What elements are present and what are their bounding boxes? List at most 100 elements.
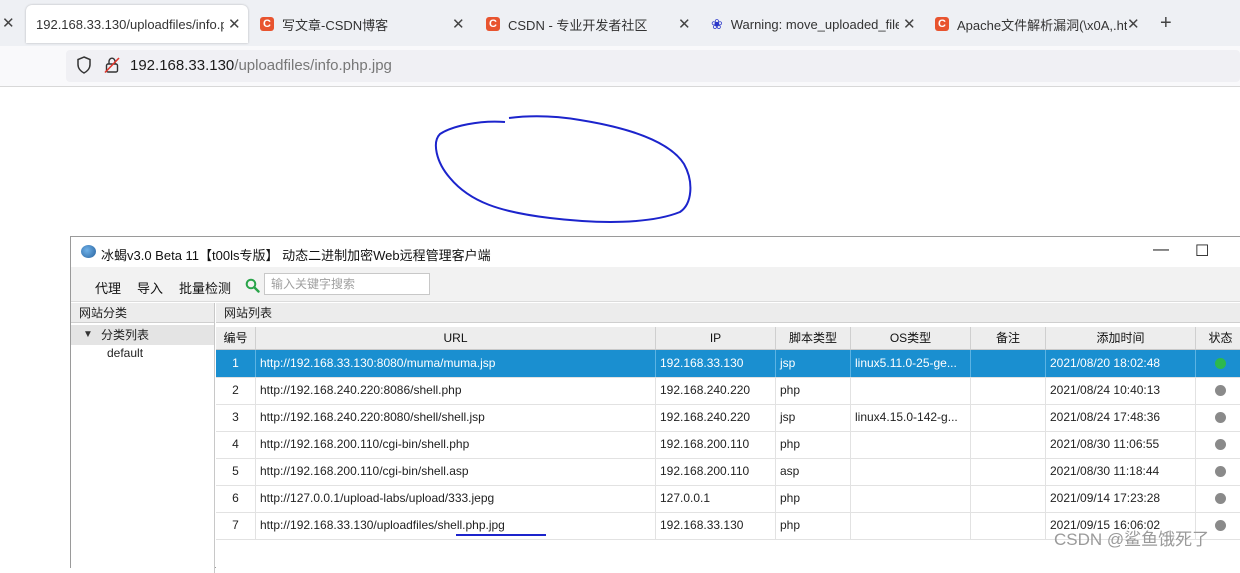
col-id-cell: 4 <box>216 431 256 458</box>
close-tab-icon[interactable]: ✕ <box>1127 15 1140 33</box>
col-status-cell <box>1196 431 1240 458</box>
menu-batch-check[interactable]: 批量检测 <box>179 278 231 297</box>
status-offline-icon <box>1215 466 1226 478</box>
category-panel-header: 网站分类 <box>71 303 214 323</box>
status-offline-icon <box>1215 439 1226 451</box>
close-tab-icon[interactable]: ✕ <box>452 15 465 33</box>
window-title: 冰蝎v3.0 Beta 11【t00ls专版】 动态二进制加密Web远程管理客户… <box>101 248 491 263</box>
csdn-icon: C <box>260 17 274 31</box>
col-url-header[interactable]: URL <box>256 327 656 349</box>
col-note-cell <box>971 512 1046 539</box>
col-ip-cell: 192.168.33.130 <box>656 512 776 539</box>
tree-item-default[interactable]: default <box>71 346 214 367</box>
col-url-cell: http://192.168.200.110/cgi-bin/shell.asp <box>256 458 656 485</box>
col-os-type-cell: linux4.15.0-142-g... <box>851 404 971 431</box>
col-ip-cell: 127.0.0.1 <box>656 485 776 512</box>
close-tab-icon[interactable]: ✕ <box>903 15 916 33</box>
col-note-cell <box>971 377 1046 404</box>
col-status-cell <box>1196 485 1240 512</box>
col-os-type-cell <box>851 458 971 485</box>
table-row[interactable]: 2 http://192.168.240.220:8086/shell.php 19… <box>216 377 1240 405</box>
col-added-time-cell: 2021/08/24 10:40:13 <box>1046 377 1196 404</box>
browser-tab-strip: ✕ 192.168.33.130/uploadfiles/info.p ✕ C … <box>0 0 1240 46</box>
status-offline-icon <box>1215 385 1226 397</box>
tree-category-label: 分类列表 <box>101 328 150 342</box>
col-id-cell: 6 <box>216 485 256 512</box>
table-header: 编号 URL IP 脚本类型 OS类型 备注 添加时间 状态 <box>216 327 1240 350</box>
tab-label: 写文章-CSDN博客 <box>282 17 389 33</box>
col-url-cell: http://192.168.240.220:8086/shell.php <box>256 377 656 404</box>
status-offline-icon <box>1215 520 1226 532</box>
status-online-icon <box>1215 358 1226 370</box>
csdn-watermark: CSDN @鲨鱼饿死了 <box>1054 530 1210 549</box>
maximize-button[interactable]: ☐ <box>1195 241 1209 261</box>
app-logo-icon <box>81 245 96 258</box>
table-row[interactable]: 1 http://192.168.33.130:8080/muma/muma.js… <box>216 350 1240 378</box>
close-tab-icon[interactable]: ✕ <box>2 14 15 32</box>
col-os-type-cell <box>851 377 971 404</box>
expand-triangle-icon[interactable]: ▼ <box>83 325 93 345</box>
col-script-type-cell: php <box>776 485 851 512</box>
col-note-cell <box>971 404 1046 431</box>
col-id-header[interactable]: 编号 <box>216 327 256 349</box>
tab-label: Warning: move_uploaded_file <box>730 16 899 32</box>
tab-apache[interactable]: C Apache文件解析漏洞(\x0A,.htac ✕ <box>935 5 1145 43</box>
col-os-type-cell <box>851 485 971 512</box>
col-script-type-header[interactable]: 脚本类型 <box>776 327 851 349</box>
col-added-time-header[interactable]: 添加时间 <box>1046 327 1196 349</box>
col-url-cell: http://192.168.240.220:8080/shell/shell.… <box>256 404 656 431</box>
col-script-type-cell: php <box>776 377 851 404</box>
tree-item-label: default <box>107 346 144 360</box>
col-status-cell <box>1196 458 1240 485</box>
col-added-time-cell: 2021/08/30 11:18:44 <box>1046 458 1196 485</box>
menu-import[interactable]: 导入 <box>137 278 163 297</box>
menu-proxy[interactable]: 代理 <box>95 278 121 297</box>
col-os-type-header[interactable]: OS类型 <box>851 327 971 349</box>
col-ip-header[interactable]: IP <box>656 327 776 349</box>
tree-category-list[interactable]: ▼ 分类列表 <box>71 325 214 345</box>
not-secure-lock-icon[interactable] <box>104 56 120 74</box>
menu-bar: 代理 导入 批量检测 <box>71 267 1240 302</box>
col-id-cell: 2 <box>216 377 256 404</box>
col-id-cell: 5 <box>216 458 256 485</box>
annotation-underline <box>456 534 546 536</box>
new-tab-button[interactable]: + <box>1160 12 1172 35</box>
col-id-cell: 7 <box>216 512 256 539</box>
col-note-cell <box>971 485 1046 512</box>
category-panel: 网站分类 ▼ 分类列表 default <box>71 303 215 573</box>
tab-csdn-write[interactable]: C 写文章-CSDN博客 ✕ <box>260 5 470 43</box>
col-added-time-cell: 2021/08/24 17:48:36 <box>1046 404 1196 431</box>
status-offline-icon <box>1215 493 1226 505</box>
col-ip-cell: 192.168.200.110 <box>656 458 776 485</box>
table-row[interactable]: 3 http://192.168.240.220:8080/shell/shell… <box>216 404 1240 432</box>
col-status-header[interactable]: 状态 <box>1196 327 1240 349</box>
table-row[interactable]: 6 http://127.0.0.1/upload-labs/upload/333… <box>216 485 1240 513</box>
tab-label: 192.168.33.130/uploadfiles/info.p <box>36 16 224 32</box>
col-note-header[interactable]: 备注 <box>971 327 1046 349</box>
col-ip-cell: 192.168.200.110 <box>656 431 776 458</box>
address-bar: 192.168.33.130/uploadfiles/info.php.jpg <box>0 46 1240 87</box>
tab-info-php-jpg[interactable]: 192.168.33.130/uploadfiles/info.p ✕ <box>26 5 248 43</box>
minimize-button[interactable]: — <box>1153 241 1169 259</box>
table-row[interactable]: 5 http://192.168.200.110/cgi-bin/shell.as… <box>216 458 1240 486</box>
tab-csdn-home[interactable]: C CSDN - 专业开发者社区 ✕ <box>486 5 696 43</box>
col-note-cell <box>971 350 1046 377</box>
shield-icon[interactable] <box>76 56 92 74</box>
annotation-circle <box>434 115 692 223</box>
close-tab-icon[interactable]: ✕ <box>678 15 691 33</box>
col-url-cell: http://192.168.200.110/cgi-bin/shell.php <box>256 431 656 458</box>
url-text[interactable]: 192.168.33.130/uploadfiles/info.php.jpg <box>130 57 392 74</box>
search-icon[interactable] <box>245 278 260 293</box>
search-input[interactable] <box>264 273 430 295</box>
table-row[interactable]: 4 http://192.168.200.110/cgi-bin/shell.ph… <box>216 431 1240 459</box>
col-status-cell <box>1196 404 1240 431</box>
tab-warning[interactable]: ❀ Warning: move_uploaded_file ✕ <box>711 5 921 43</box>
close-tab-icon[interactable]: ✕ <box>228 15 241 33</box>
col-os-type-cell: linux5.11.0-25-ge... <box>851 350 971 377</box>
col-id-cell: 3 <box>216 404 256 431</box>
col-status-cell <box>1196 350 1240 377</box>
tab-label: CSDN - 专业开发者社区 <box>508 17 648 33</box>
col-ip-cell: 192.168.33.130 <box>656 350 776 377</box>
col-added-time-cell: 2021/08/30 11:06:55 <box>1046 431 1196 458</box>
col-url-cell: http://192.168.33.130:8080/muma/muma.jsp <box>256 350 656 377</box>
